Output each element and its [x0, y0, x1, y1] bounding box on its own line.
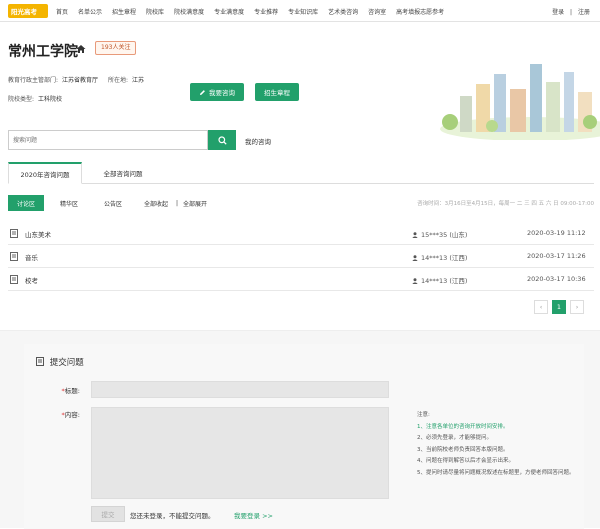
list-item[interactable]: 校考 14***13 (江西) 2020-03-17 10:36 — [8, 268, 594, 291]
nav-item-consult-room[interactable]: 咨询室 — [368, 7, 386, 16]
subtab-separator: | — [176, 199, 179, 207]
notice-item: 4、问题在得到解答以后才会显示出来。 — [417, 458, 515, 464]
list-item[interactable]: 山东美术 15***35 (山东) 2020-03-19 11:12 — [8, 222, 594, 245]
auth-separator: | — [570, 9, 573, 16]
go-login-link[interactable]: 我要登录 >> — [234, 510, 273, 520]
document-icon — [36, 357, 44, 366]
tab-all-questions[interactable]: 全部咨询问题 — [88, 162, 158, 184]
question-user-label: 14***13 (江西) — [421, 254, 468, 262]
nav-item-school-satisfaction[interactable]: 院校满意度 — [174, 7, 204, 16]
document-icon — [10, 252, 18, 261]
search-input[interactable] — [9, 131, 207, 149]
location-label: 所在地: — [107, 77, 128, 84]
nav-menu: 首页 名单公示 招生章程 院校库 院校满意度 专业满意度 专业推荐 专业知识库 … — [56, 0, 454, 22]
title-field[interactable] — [91, 381, 389, 398]
nav-item-major-recommend[interactable]: 专业推荐 — [254, 7, 278, 16]
user-icon — [412, 278, 418, 284]
nav-item-art-consult[interactable]: 艺术类咨询 — [328, 7, 358, 16]
notice-title: 注意: — [417, 412, 430, 418]
question-time: 2020-03-17 11:26 — [527, 252, 586, 260]
question-user: 14***13 (江西) — [412, 275, 467, 285]
search-icon — [217, 135, 227, 145]
type-value: 工科院校 — [38, 96, 63, 103]
search-button[interactable] — [208, 130, 236, 150]
question-user: 15***35 (山东) — [412, 229, 467, 239]
expand-all-link[interactable]: 全部展开 — [183, 195, 207, 211]
top-nav: 阳光高考 首页 名单公示 招生章程 院校库 院校满意度 专业满意度 专业推荐 专… — [0, 0, 600, 22]
home-icon[interactable] — [76, 44, 86, 54]
school-dept-info: 教育行政主管部门: 江苏省教育厅 所在地: 江苏 — [8, 75, 144, 84]
pencil-icon — [200, 89, 205, 95]
submit-heading: 提交问题 — [36, 356, 84, 368]
notice-item: 1、注意各单位的咨询开放时间安排。 — [417, 423, 509, 430]
admission-rules-button[interactable]: 招生章程 — [255, 83, 299, 101]
sub-tabs: 讨论区 精华区 公告区 全部收起 | 全部展开 咨询时间：3月16日至4月15日… — [8, 195, 594, 211]
tab-2020-questions[interactable]: 2020年咨询问题 — [8, 162, 82, 184]
submit-question-card: 提交问题 *标题: *内容: 注意: 1、注意各单位的咨询开放时间安排。 2、必… — [24, 344, 584, 529]
content-label: *内容: — [28, 409, 80, 419]
school-header: 常州工学院 193人关注 教育行政主管部门: 江苏省教育厅 所在地: 江苏 院校类型… — [0, 22, 600, 140]
question-title[interactable]: 校考 — [25, 275, 38, 285]
submit-heading-text: 提交问题 — [49, 358, 84, 368]
next-page-button[interactable]: › — [570, 300, 584, 314]
cityscape-illustration — [440, 64, 600, 140]
consult-time-notice: 咨询时间：3月16日至4月15日，每周一 二 三 四 五 六 日 09:00-1… — [417, 201, 594, 207]
submit-button[interactable]: 提交 — [91, 506, 125, 522]
document-icon — [10, 229, 18, 238]
title-label-text: 标题: — [64, 387, 80, 395]
prev-page-button[interactable]: ‹ — [534, 300, 548, 314]
nav-item-school-library[interactable]: 院校库 — [146, 7, 164, 16]
question-user: 14***13 (江西) — [412, 252, 467, 262]
auth-links: 登录 | 注册 — [548, 7, 590, 16]
nav-item-list-publicity[interactable]: 名单公示 — [78, 7, 102, 16]
list-item[interactable]: 音乐 14***13 (江西) 2020-03-17 11:26 — [8, 245, 594, 268]
nav-item-home[interactable]: 首页 — [56, 7, 68, 16]
type-label: 院校类型: — [8, 96, 35, 103]
question-title[interactable]: 山东美术 — [25, 229, 51, 239]
nav-item-admission-rules[interactable]: 招生章程 — [112, 7, 136, 16]
question-title[interactable]: 音乐 — [25, 252, 38, 262]
title-label: *标题: — [28, 385, 80, 395]
user-icon — [412, 232, 418, 238]
user-icon — [412, 255, 418, 261]
question-user-label: 14***13 (江西) — [421, 277, 468, 285]
admission-rules-label: 招生章程 — [264, 89, 290, 97]
collapse-all-link[interactable]: 全部收起 — [144, 195, 168, 211]
consult-button[interactable]: 我要咨询 — [190, 83, 244, 101]
location-value: 江苏 — [132, 77, 145, 84]
notice-item: 3、当前院校老师负责回答本版问题。 — [417, 446, 509, 453]
my-consult-link[interactable]: 我的咨询 — [245, 136, 271, 146]
notice-panel: 注意: 1、注意各单位的咨询开放时间安排。 2、必须先登录，才能够提问。 3、当… — [417, 410, 587, 479]
notice-item: 2、必须先登录，才能够提问。 — [417, 435, 493, 441]
question-list: 山东美术 15***35 (山东) 2020-03-19 11:12 音乐 14… — [8, 222, 594, 291]
not-logged-in-message: 您还未登录，不能提交问题。 — [130, 512, 215, 520]
subtab-discussion[interactable]: 讨论区 — [8, 195, 44, 211]
subtab-announcement[interactable]: 公告区 — [104, 195, 122, 211]
pagination: ‹ 1 › — [530, 300, 584, 314]
follow-badge[interactable]: 193人关注 — [95, 41, 137, 55]
nav-item-volunteer-reference[interactable]: 高考填报志愿参考 — [396, 7, 444, 16]
question-time: 2020-03-19 11:12 — [527, 229, 586, 237]
nav-item-major-satisfaction[interactable]: 专业满意度 — [214, 7, 244, 16]
content-label-text: 内容: — [64, 411, 80, 419]
school-type-info: 院校类型: 工科院校 — [8, 94, 62, 103]
login-link[interactable]: 登录 — [552, 9, 564, 16]
subtab-featured[interactable]: 精华区 — [60, 195, 78, 211]
consult-button-label: 我要咨询 — [209, 89, 235, 97]
page-1-button[interactable]: 1 — [552, 300, 566, 314]
notice-item: 5、提问时请尽量将问题概况叙述在标题里，方便老师回答问题。 — [417, 469, 575, 476]
dept-value: 江苏省教育厅 — [62, 77, 99, 84]
question-tabs: 2020年咨询问题 全部咨询问题 — [8, 162, 594, 184]
nav-item-major-knowledge[interactable]: 专业知识库 — [288, 7, 318, 16]
search-input-wrapper — [8, 130, 208, 150]
school-name: 常州工学院 — [8, 44, 78, 60]
submit-question-section: 提交问题 *标题: *内容: 注意: 1、注意各单位的咨询开放时间安排。 2、必… — [0, 330, 600, 529]
question-user-label: 15***35 (山东) — [421, 231, 468, 239]
content-field[interactable] — [91, 407, 389, 499]
site-logo[interactable]: 阳光高考 — [8, 4, 48, 18]
register-link[interactable]: 注册 — [578, 9, 590, 16]
document-icon — [10, 275, 18, 284]
question-time: 2020-03-17 10:36 — [527, 275, 586, 283]
dept-label: 教育行政主管部门: — [8, 77, 59, 84]
